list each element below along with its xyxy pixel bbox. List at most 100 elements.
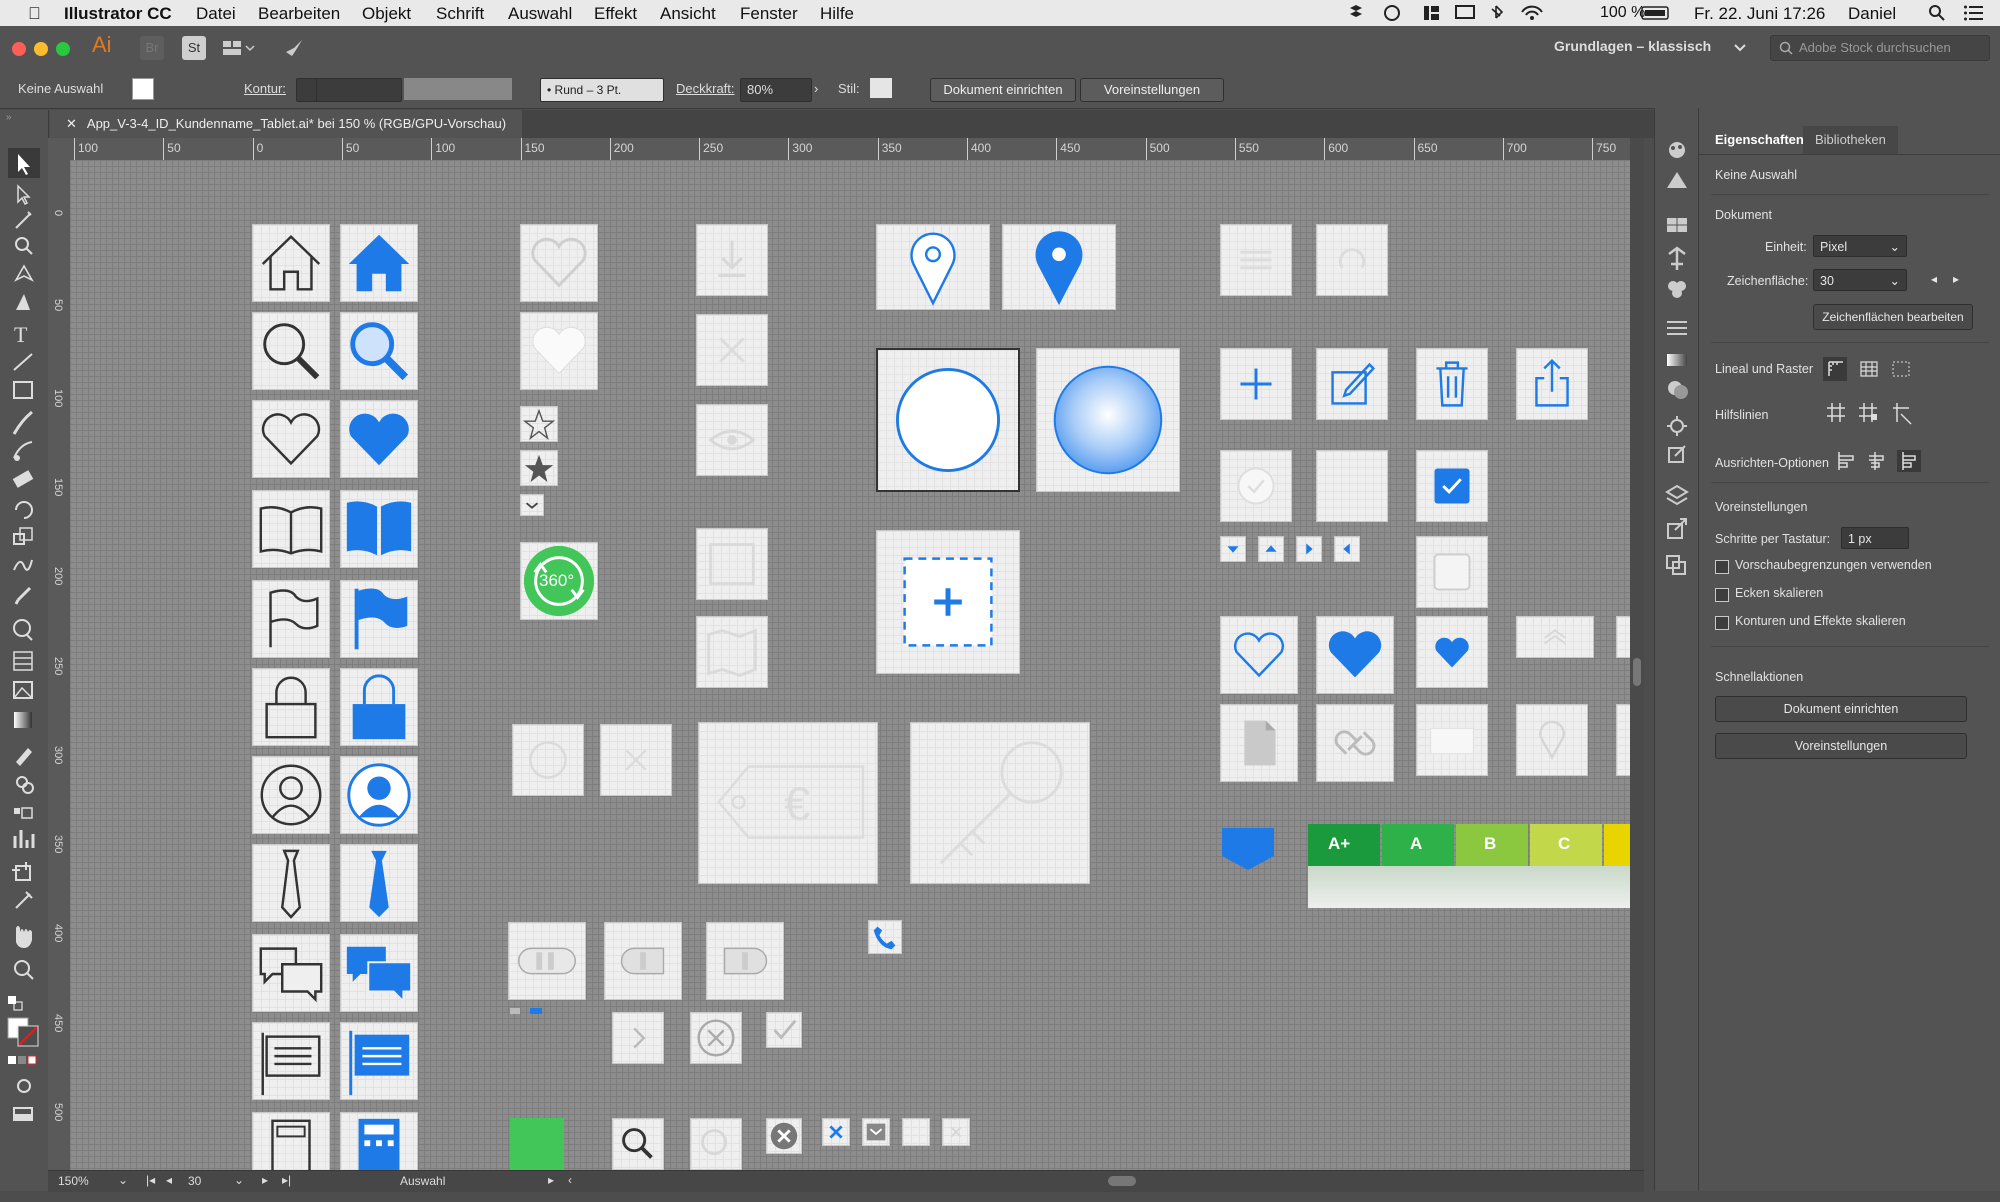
edit-tile[interactable] bbox=[1316, 348, 1388, 420]
energy-class-a[interactable]: A bbox=[1382, 824, 1454, 866]
lock-filled-tile[interactable] bbox=[340, 668, 418, 746]
calculator-outline-tile[interactable] bbox=[252, 1112, 330, 1170]
preferences-button[interactable]: Voreinstellungen bbox=[1080, 78, 1224, 102]
price-tag-faint-tile[interactable]: € bbox=[698, 722, 878, 884]
blue-badge-icon[interactable] bbox=[1220, 824, 1276, 872]
search-filled-tile[interactable] bbox=[340, 312, 418, 390]
faint-mini-tile-2[interactable] bbox=[942, 1118, 970, 1146]
collapse-panel-icon[interactable]: » bbox=[6, 112, 12, 123]
status-menu-icon[interactable]: ▸ bbox=[548, 1173, 554, 1187]
add-placeholder-tile[interactable] bbox=[876, 530, 1020, 674]
pin-faint-tile[interactable] bbox=[1516, 704, 1588, 776]
zoom-window-button[interactable] bbox=[56, 42, 70, 56]
checkbox-empty-tile[interactable] bbox=[1416, 536, 1488, 608]
rulers-grid-buttons[interactable] bbox=[1823, 356, 1933, 382]
eye-faint-tile[interactable] bbox=[696, 404, 768, 476]
partial-tile-1[interactable] bbox=[1616, 616, 1630, 658]
fill-swatch[interactable] bbox=[132, 78, 154, 100]
checkbox-checked-tile[interactable] bbox=[1416, 450, 1488, 522]
heart-faint-tile[interactable] bbox=[520, 224, 598, 302]
heart-blue-filled-tile[interactable] bbox=[1316, 616, 1394, 694]
faint-mini-tile-1[interactable] bbox=[902, 1118, 930, 1146]
next-artboard-button[interactable]: ▸ bbox=[1953, 272, 1959, 286]
scale-strokes-checkbox[interactable] bbox=[1715, 616, 1729, 630]
partial-tile-2[interactable] bbox=[1616, 704, 1630, 776]
graphic-style-swatch[interactable] bbox=[870, 78, 892, 98]
plus-tile[interactable] bbox=[1220, 348, 1292, 420]
book-outline-tile[interactable] bbox=[252, 490, 330, 568]
check-circle-faint-tile[interactable] bbox=[1220, 450, 1292, 522]
document-setup-button[interactable]: Dokument einrichten bbox=[930, 78, 1076, 102]
zoom-level[interactable]: 150% bbox=[58, 1174, 89, 1188]
menu-hilfe[interactable]: Hilfe bbox=[820, 4, 854, 24]
tools-icons[interactable]: T bbox=[0, 142, 48, 1202]
document-tab[interactable]: ✕ App_V-3-4_ID_Kundenname_Tablet.ai* bei … bbox=[50, 110, 523, 138]
map-faint-tile[interactable] bbox=[696, 616, 768, 688]
preview-bounds-checkbox[interactable] bbox=[1715, 560, 1729, 574]
energy-class-aplus[interactable]: A+ bbox=[1308, 824, 1380, 866]
chat-filled-tile[interactable] bbox=[340, 934, 418, 1012]
artboard-number[interactable]: 30 bbox=[188, 1174, 201, 1188]
variable-width-profile[interactable] bbox=[404, 78, 512, 100]
zoom-dropdown-icon[interactable]: ⌄ bbox=[118, 1173, 128, 1187]
faint-card-tile[interactable] bbox=[1416, 704, 1488, 776]
first-artboard-icon[interactable]: |◂ bbox=[146, 1173, 155, 1187]
stock-search-field[interactable]: Adobe Stock durchsuchen bbox=[1770, 35, 1990, 61]
close-circle-dark-tile[interactable] bbox=[766, 1118, 802, 1154]
close-window-button[interactable] bbox=[12, 42, 26, 56]
star-outline-tile[interactable] bbox=[520, 406, 558, 442]
chevron-up-faint-tile[interactable] bbox=[1516, 616, 1594, 658]
opacity-field[interactable]: 80% bbox=[740, 78, 812, 102]
heart-blue-small-tile[interactable] bbox=[1416, 616, 1488, 688]
gpu-performance-icon[interactable] bbox=[284, 38, 304, 58]
user-filled-tile[interactable] bbox=[340, 756, 418, 834]
heart-blue-outline-tile[interactable] bbox=[1220, 616, 1298, 694]
arrow-up-tile[interactable] bbox=[1258, 536, 1284, 562]
menu-auswahl[interactable]: Auswahl bbox=[508, 4, 572, 24]
home-filled-tile[interactable] bbox=[340, 224, 418, 302]
circle-outline-tile[interactable] bbox=[876, 348, 1020, 492]
heart-faint-filled-tile[interactable] bbox=[520, 312, 598, 390]
heart-outline-tile[interactable] bbox=[252, 400, 330, 478]
chevron-down-icon[interactable] bbox=[1734, 44, 1746, 52]
artboard-canvas[interactable]: 360° € A+ A B C bbox=[70, 160, 1630, 1170]
unit-select[interactable]: Pixel ⌄ bbox=[1813, 235, 1907, 257]
next-artboard-icon[interactable]: ▸ bbox=[262, 1173, 268, 1187]
notification-center-icon[interactable] bbox=[1964, 5, 1984, 21]
align-options-buttons[interactable] bbox=[1835, 448, 1935, 474]
apple-icon[interactable]:  bbox=[28, 4, 41, 24]
toggle-faint-tile-1[interactable] bbox=[508, 922, 586, 1000]
horizontal-scroll-thumb[interactable] bbox=[1108, 1176, 1136, 1186]
quick-preferences-button[interactable]: Voreinstellungen bbox=[1715, 733, 1967, 759]
horizontal-ruler[interactable]: 100 50 0 50 100 150 200 250 300 350 400 450 500 550 60… bbox=[72, 138, 1630, 161]
billboard-filled-tile[interactable] bbox=[340, 1022, 418, 1100]
link-faint-tile[interactable] bbox=[1316, 704, 1394, 782]
download-faint-tile[interactable] bbox=[696, 224, 768, 296]
share-tile[interactable] bbox=[1516, 348, 1588, 420]
close-circle-faint-tile[interactable] bbox=[690, 1012, 742, 1064]
menu-app-name[interactable]: Illustrator CC bbox=[64, 4, 172, 24]
arrow-right-tile[interactable] bbox=[1296, 536, 1322, 562]
search-small-tile[interactable] bbox=[612, 1118, 664, 1170]
location-pin-outline-tile[interactable] bbox=[876, 224, 990, 310]
menu-objekt[interactable]: Objekt bbox=[362, 4, 411, 24]
energy-class-c[interactable]: C bbox=[1530, 824, 1602, 866]
scale-corners-checkbox[interactable] bbox=[1715, 588, 1729, 602]
star-filled-tile[interactable] bbox=[520, 450, 558, 486]
guides-buttons[interactable] bbox=[1823, 400, 1933, 426]
check-faint-tile[interactable] bbox=[766, 1012, 802, 1048]
close-faint-small-tile[interactable] bbox=[600, 724, 672, 796]
stroke-weight-field[interactable] bbox=[316, 78, 402, 102]
panel-icons[interactable] bbox=[1655, 130, 1699, 750]
status-mode[interactable]: Auswahl bbox=[400, 1174, 445, 1188]
stock-button[interactable]: St bbox=[182, 36, 206, 60]
flag-filled-tile[interactable] bbox=[340, 580, 418, 658]
arrange-documents-icon[interactable] bbox=[222, 40, 256, 56]
chat-outline-tile[interactable] bbox=[252, 934, 330, 1012]
menu-faint-tile[interactable] bbox=[1220, 224, 1292, 296]
chevron-down-box-tile[interactable] bbox=[862, 1118, 890, 1146]
minimize-window-button[interactable] bbox=[34, 42, 48, 56]
keyboard-increment-field[interactable]: 1 px bbox=[1841, 527, 1909, 549]
vertical-ruler[interactable]: 0 50 100 150 200 250 300 350 400 450 500 bbox=[48, 160, 71, 1170]
tie-filled-tile[interactable] bbox=[340, 844, 418, 922]
